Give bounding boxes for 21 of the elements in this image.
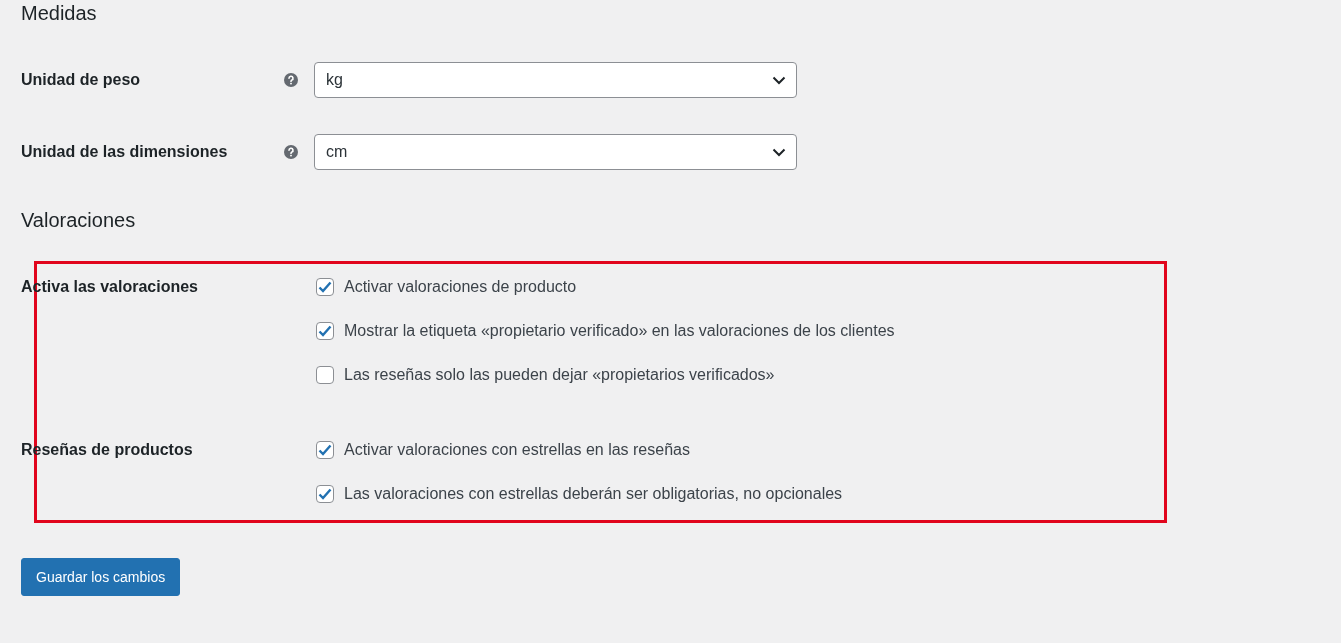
select-dropdown[interactable]: kg [314,62,797,98]
checkbox[interactable] [316,278,334,296]
checkbox-label: Mostrar la etiqueta «propietario verificado» en las valoraciones de los clientes [344,322,895,340]
checkbox[interactable] [316,441,334,459]
checkbox-label: Activar valoraciones de producto [344,278,577,296]
select-dropdown[interactable]: cm [314,134,797,170]
checkbox-label: Activar valoraciones con estrellas en las reseñas [344,441,690,459]
checkbox[interactable] [316,322,334,340]
help-icon[interactable] [284,73,298,87]
help-icon[interactable] [284,145,298,159]
checkbox-label: Las reseñas solo las pueden dejar «propietarios verificados» [344,366,775,384]
chevron-down-icon [772,147,786,157]
chevron-down-icon [772,75,786,85]
section-heading: Medidas [21,1,98,26]
field-label: Unidad de las dimensiones [21,143,229,161]
checkbox[interactable] [316,366,334,384]
save-button[interactable]: Guardar los cambios [21,558,181,596]
field-label: Unidad de peso [21,71,142,89]
checkbox-label: Las valoraciones con estrellas deberán ser obligatorias, no opcionales [344,485,843,503]
checkbox[interactable] [316,485,334,503]
section-heading: Valoraciones [21,208,137,233]
